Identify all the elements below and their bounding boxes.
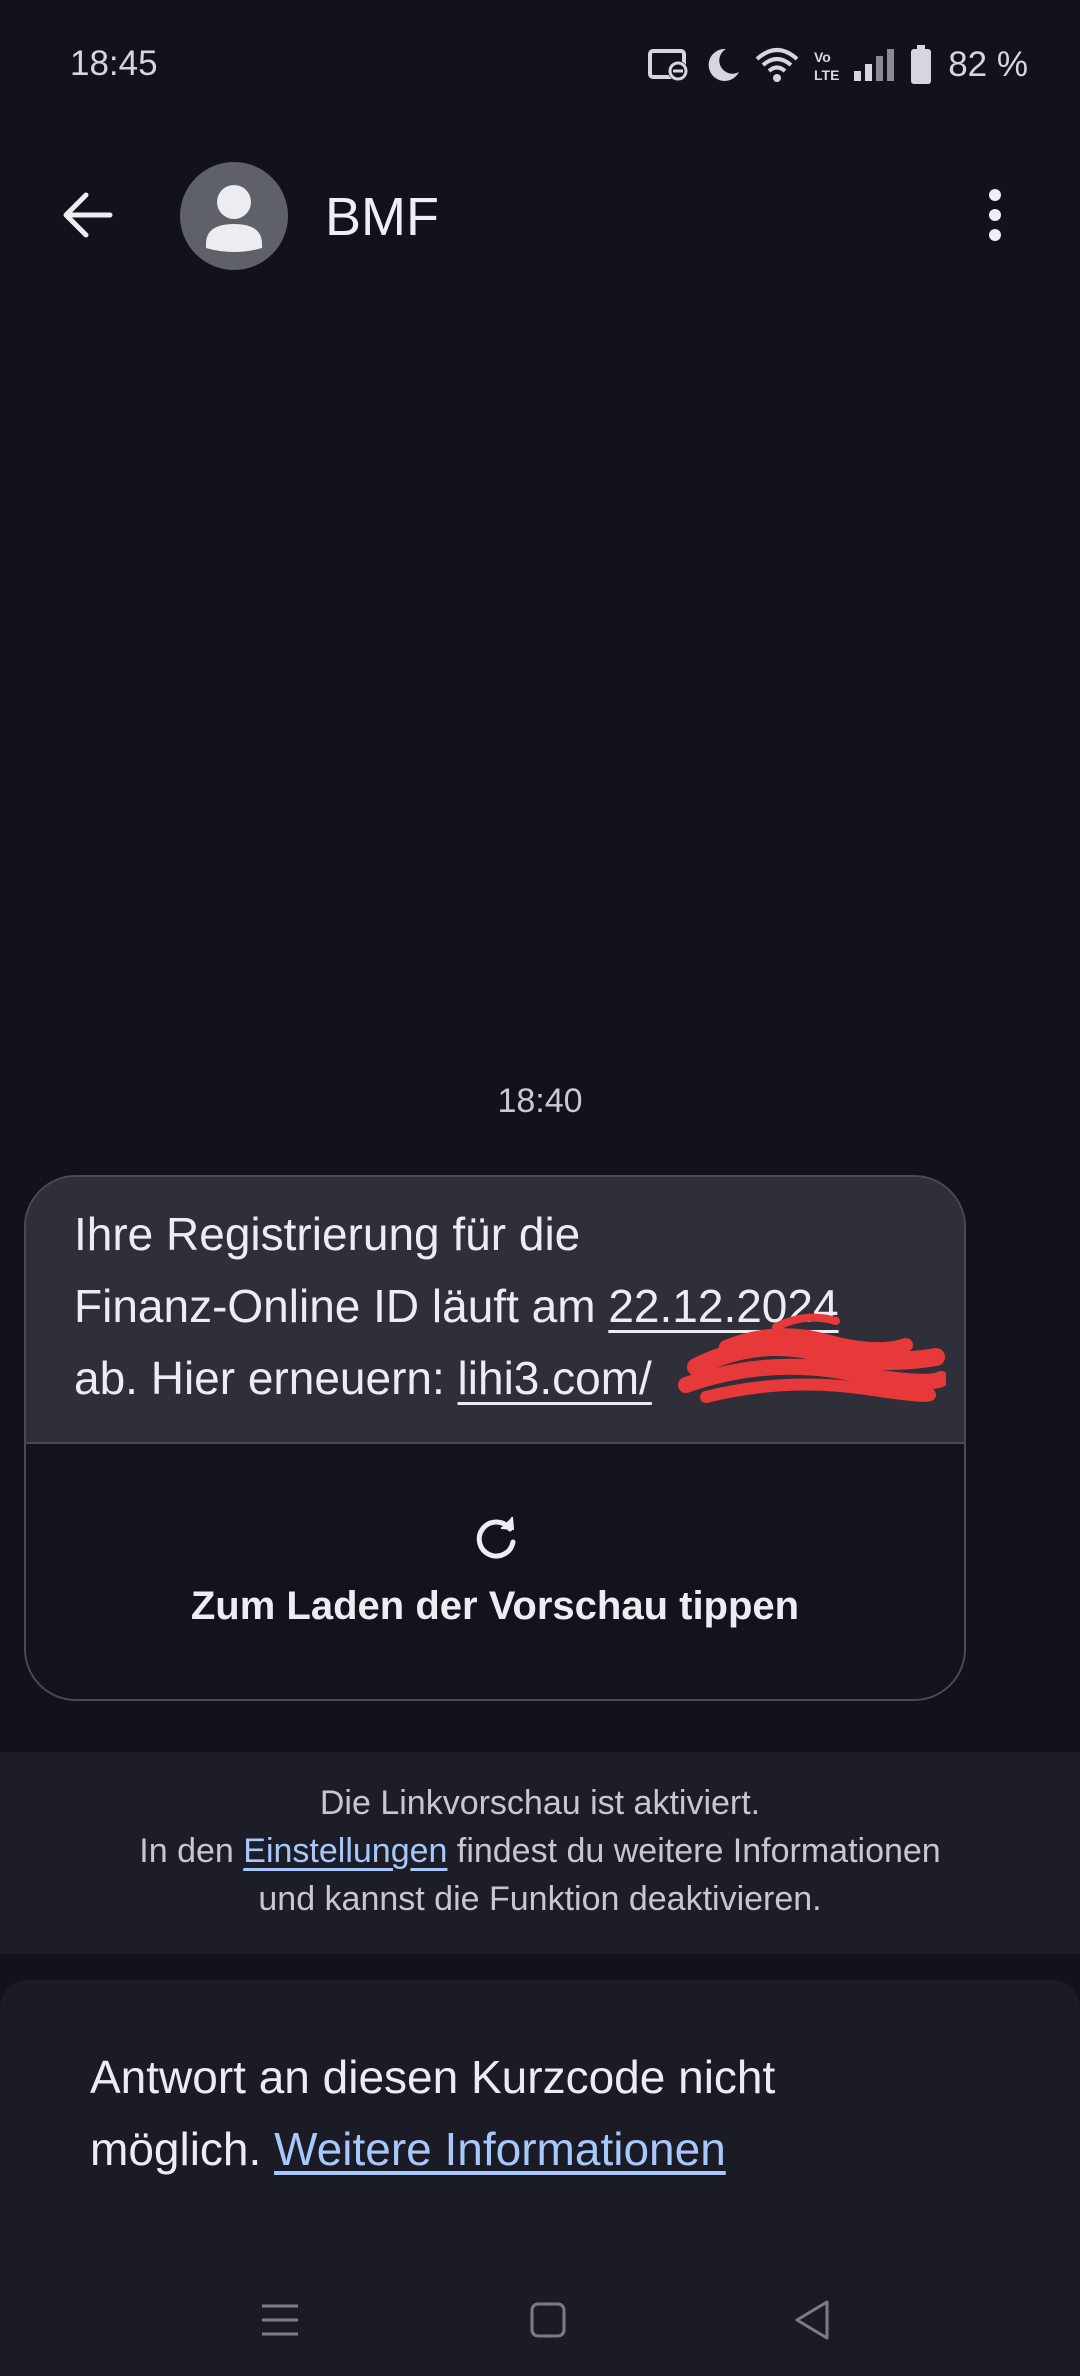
back-triangle-icon bbox=[795, 2300, 829, 2340]
volte-icon: Vo LTE bbox=[812, 47, 840, 83]
link-preview-button[interactable]: Zum Laden der Vorschau tippen bbox=[26, 1444, 964, 1699]
battery-icon bbox=[910, 45, 932, 85]
info-line-2-prefix: In den bbox=[139, 1832, 244, 1870]
status-bar: 18:45 Vo LTE 82 % bbox=[0, 0, 1080, 130]
person-icon bbox=[206, 185, 262, 252]
info-line-2-suffix: findest du weitere Informationen bbox=[447, 1832, 941, 1870]
reply-line-2: möglich. Weitere Informationen bbox=[90, 2122, 726, 2176]
more-vert-icon bbox=[989, 189, 1001, 241]
more-info-link[interactable]: Weitere Informationen bbox=[274, 2123, 726, 2175]
info-line-2: In den Einstellungen findest du weitere … bbox=[0, 1832, 1080, 1871]
arrow-back-icon bbox=[63, 192, 113, 238]
message-bubble[interactable]: Ihre Registrierung für die Finanz-Online… bbox=[24, 1175, 966, 1701]
home-button[interactable] bbox=[518, 2290, 578, 2350]
back-button[interactable] bbox=[52, 180, 122, 250]
message-timestamp: 18:40 bbox=[497, 1082, 583, 1120]
more-options-button[interactable] bbox=[965, 180, 1025, 250]
signal-icon bbox=[852, 47, 898, 83]
message-line-1: Ihre Registrierung für die bbox=[74, 1208, 581, 1260]
message-text: Ihre Registrierung für die Finanz-Online… bbox=[26, 1177, 964, 1442]
svg-text:Vo: Vo bbox=[814, 49, 831, 65]
refresh-icon bbox=[476, 1516, 516, 1559]
status-icons: Vo LTE 82 % bbox=[648, 40, 1028, 90]
recents-button[interactable] bbox=[250, 2290, 310, 2350]
info-line-1: Die Linkvorschau ist aktiviert. bbox=[319, 1784, 761, 1822]
url-link[interactable]: lihi3.com/ bbox=[458, 1352, 652, 1404]
wifi-icon bbox=[754, 47, 800, 83]
home-icon bbox=[530, 2302, 566, 2338]
preview-label: Zum Laden der Vorschau tippen bbox=[190, 1584, 800, 1628]
message-line-3: ab. Hier erneuern: lihi3.com/ bbox=[74, 1351, 652, 1405]
back-nav-button[interactable] bbox=[782, 2290, 842, 2350]
reply-line-1: Antwort an diesen Kurzcode nicht bbox=[90, 2051, 776, 2103]
link-preview-info: Die Linkvorschau ist aktiviert. In den E… bbox=[0, 1752, 1080, 1954]
moon-icon bbox=[704, 46, 742, 84]
battery-percent: 82 % bbox=[948, 45, 1028, 84]
navigation-bar bbox=[0, 2270, 1080, 2360]
screen-record-icon bbox=[648, 47, 692, 83]
recents-icon bbox=[262, 2304, 298, 2336]
status-time: 18:45 bbox=[70, 44, 158, 83]
app-bar: BMF bbox=[0, 150, 1080, 280]
contact-name: BMF bbox=[325, 187, 439, 247]
info-line-3: und kannst die Funktion deaktivieren. bbox=[258, 1880, 822, 1918]
svg-text:LTE: LTE bbox=[814, 67, 839, 83]
message-line-3-text: ab. Hier erneuern: bbox=[74, 1352, 458, 1404]
settings-link[interactable]: Einstellungen bbox=[243, 1832, 447, 1870]
avatar[interactable] bbox=[180, 162, 288, 270]
reply-line-2-prefix: möglich. bbox=[90, 2123, 275, 2175]
redaction-scribble bbox=[678, 1313, 946, 1403]
message-line-2-text: Finanz-Online ID läuft am bbox=[74, 1280, 609, 1332]
